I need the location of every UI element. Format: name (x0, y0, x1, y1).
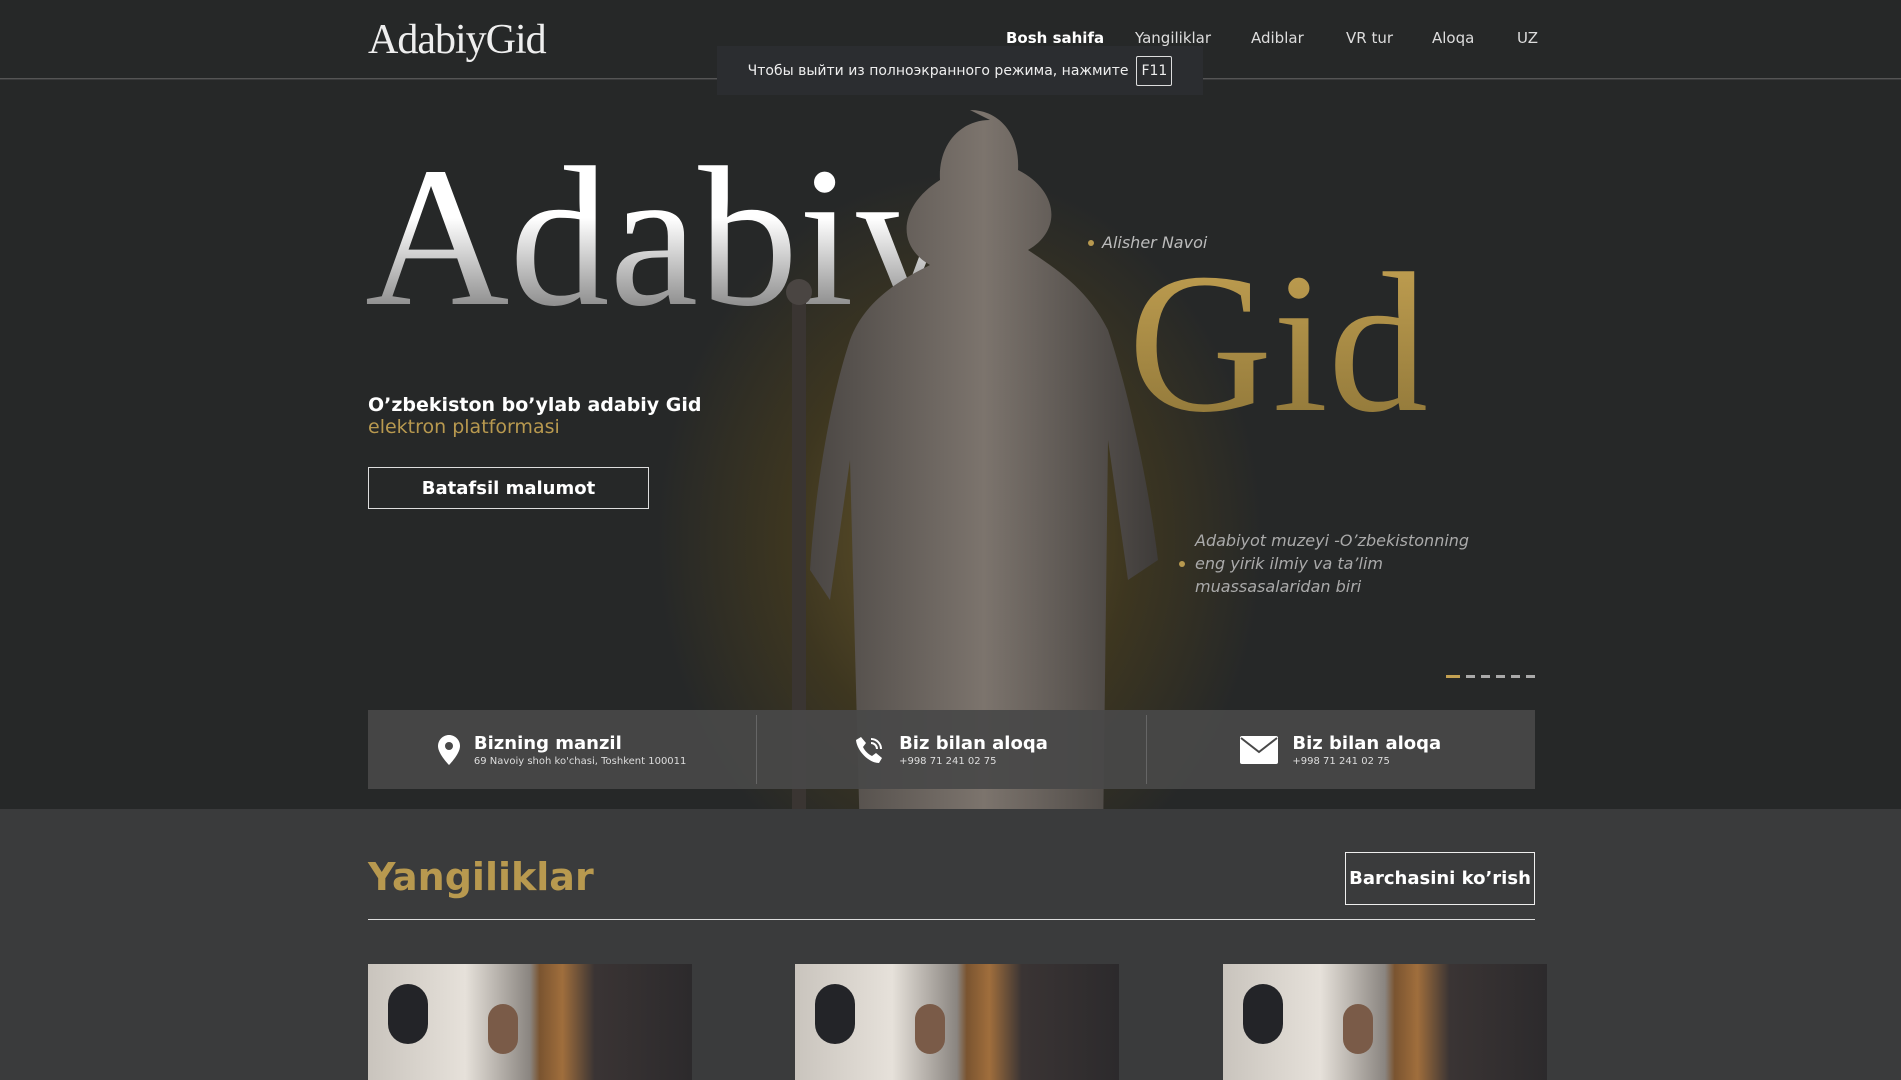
language-selector[interactable]: UZ (1517, 29, 1538, 47)
slider-pagination (1446, 675, 1535, 678)
hero-description: Adabiyot muzeyi -O’zbekistonning eng yir… (1179, 529, 1475, 598)
email-item: Biz bilan aloqa +998 71 241 02 75 (1147, 715, 1535, 784)
phone-text[interactable]: +998 71 241 02 75 (899, 756, 1048, 767)
nav-aloqa[interactable]: Aloqa (1432, 29, 1474, 47)
nav-adiblar[interactable]: Adiblar (1251, 29, 1304, 47)
map-pin-icon (437, 734, 460, 765)
caption-text: Alisher Navoi (1102, 233, 1208, 252)
bullet-dot (1179, 560, 1185, 567)
news-card-image[interactable] (1223, 964, 1547, 1080)
slide-dot[interactable] (1511, 675, 1520, 678)
slide-dot[interactable] (1496, 675, 1505, 678)
statue-caption: Alisher Navoi (1088, 233, 1207, 252)
description-text: Adabiyot muzeyi -O’zbekistonning eng yir… (1195, 531, 1470, 596)
view-all-button[interactable]: Barchasini ko’rish (1345, 852, 1535, 905)
logo[interactable]: AdabiyGid (368, 16, 547, 64)
hero-subtitle: O’zbekiston bo’ylab adabiy Gid (368, 394, 702, 416)
address-item: Bizning manzil 69 Navoiy shoh ko'chasi, T… (368, 715, 758, 784)
nav-bosh-sahifa[interactable]: Bosh sahifa (1006, 29, 1104, 47)
nav-vr-tur[interactable]: VR tur (1346, 29, 1393, 47)
email-text[interactable]: +998 71 241 02 75 (1292, 756, 1441, 767)
mail-icon (1240, 735, 1279, 764)
slide-dot[interactable] (1466, 675, 1475, 678)
address-text: 69 Navoiy shoh ko'chasi, Toshkent 100011 (473, 755, 687, 767)
slide-dot[interactable] (1446, 675, 1460, 678)
fullscreen-toast: Чтобы выйти из полноэкранного режима, на… (717, 46, 1203, 95)
hero-word-gid: Gid (1128, 233, 1428, 454)
toast-text: Чтобы выйти из полноэкранного режима, на… (747, 62, 1129, 79)
bullet-dot (1088, 239, 1094, 246)
address-title: Bizning manzil (473, 732, 622, 754)
news-title: Yangiliklar (368, 855, 594, 899)
phone-icon (856, 736, 883, 763)
news-card-image[interactable] (795, 964, 1119, 1080)
email-title: Biz bilan aloqa (1292, 732, 1442, 754)
nav-yangiliklar[interactable]: Yangiliklar (1135, 29, 1211, 47)
hero-subtitle-accent: elektron platformasi (368, 416, 560, 438)
slide-dot[interactable] (1526, 675, 1535, 678)
slide-dot[interactable] (1481, 675, 1490, 678)
phone-title: Biz bilan aloqa (899, 732, 1048, 754)
news-card-image[interactable] (368, 964, 692, 1080)
statue-image (786, 110, 1158, 809)
more-info-button[interactable]: Batafsil malumot (368, 467, 649, 509)
phone-item: Biz bilan aloqa +998 71 241 02 75 (757, 715, 1147, 784)
hero-section: Adabiy Gid Alisher Navoi O’zbekiston bo’… (0, 80, 1901, 809)
divider (368, 919, 1535, 920)
key-badge: F11 (1136, 55, 1173, 86)
contact-bar: Bizning manzil 69 Navoiy shoh ko'chasi, T… (368, 710, 1535, 789)
